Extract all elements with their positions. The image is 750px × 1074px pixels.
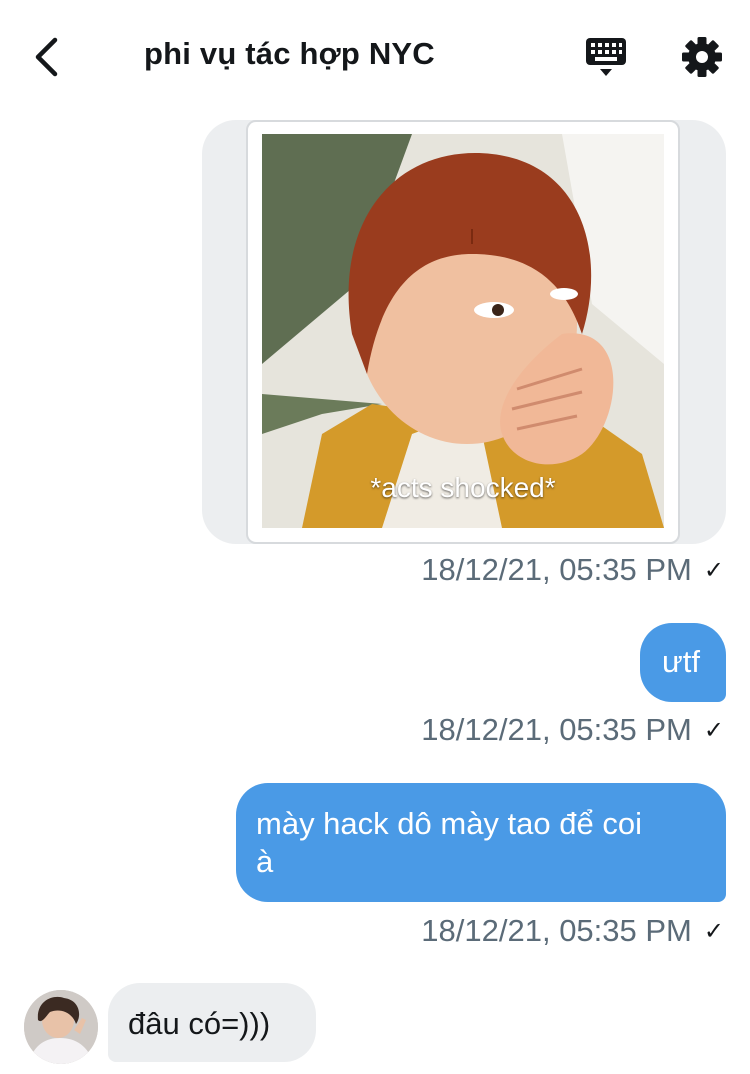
back-button[interactable] xyxy=(26,34,66,80)
meme-image[interactable]: *acts shocked* xyxy=(262,134,664,528)
sent-check-icon: ✓ xyxy=(703,556,724,584)
message-text-line: à xyxy=(256,844,274,879)
sent-check-icon: ✓ xyxy=(703,917,724,945)
sent-message-bubble[interactable]: mày hack dô mày tao để coi à xyxy=(236,783,726,902)
timestamp-text: 18/12/21, 05:35 PM xyxy=(421,712,692,747)
message-text: đâu có=))) xyxy=(128,1006,271,1041)
keyboard-button[interactable] xyxy=(584,36,628,80)
message-text: ưtf xyxy=(662,644,700,679)
conversation-header: phi vụ tác hợp NYC xyxy=(0,0,750,112)
keyboard-icon xyxy=(586,38,626,76)
avatar[interactable] xyxy=(24,990,98,1064)
received-message-bubble[interactable]: đâu có=))) xyxy=(108,983,316,1062)
sent-message-bubble[interactable]: ưtf xyxy=(640,623,726,702)
avatar-image xyxy=(24,990,98,1064)
message-timestamp: 18/12/21, 05:35 PM ✓ xyxy=(421,712,724,748)
conversation-title: phi vụ tác hợp NYC xyxy=(144,36,435,71)
chevron-left-icon xyxy=(35,37,58,77)
meme-caption: *acts shocked* xyxy=(370,472,556,503)
sent-check-icon: ✓ xyxy=(703,716,724,744)
message-text-line: mày hack dô mày tao để coi xyxy=(256,806,642,841)
message-timestamp: 18/12/21, 05:35 PM ✓ xyxy=(421,913,724,949)
settings-button[interactable] xyxy=(680,35,724,79)
timestamp-text: 18/12/21, 05:35 PM xyxy=(421,913,692,948)
timestamp-text: 18/12/21, 05:35 PM xyxy=(421,552,692,587)
gear-icon xyxy=(682,37,722,77)
meme-illustration xyxy=(262,134,664,528)
message-timestamp: 18/12/21, 05:35 PM ✓ xyxy=(421,552,724,588)
